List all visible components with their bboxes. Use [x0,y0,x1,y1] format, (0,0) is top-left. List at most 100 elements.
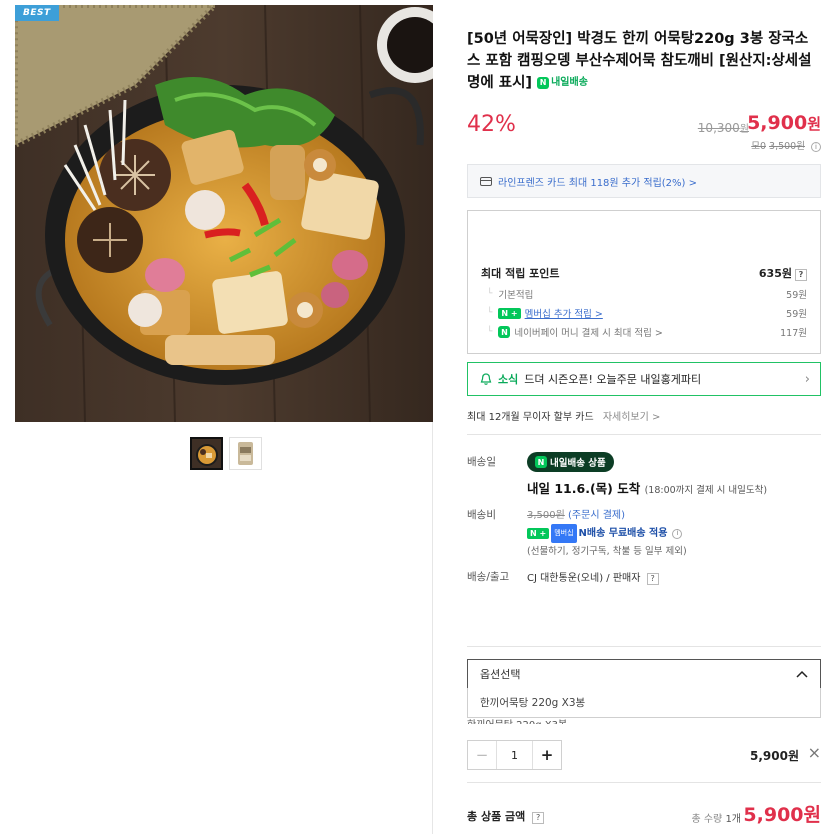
shipping-fee-value: 3,500원 (주문시 결제) N + 멤버십 N배송 무료배송 적용 i (선… [527,507,687,560]
nplus-membership-icon: N + [527,528,550,539]
selected-option-name: 한끼어묵탕 220g X3봉 [467,716,567,724]
shipping-fee-when: (주문시 결제) [568,510,625,521]
unit-price-value: 3,500원 [769,141,805,152]
points-row-value: 117원 [780,328,807,339]
info-icon[interactable]: i [672,528,683,539]
option-select-label: 옵션선택 [480,668,521,681]
total-row: 총 상품 금액 ? 총 수량 1개 5,900원 [467,800,821,830]
help-icon[interactable]: ? [795,268,807,281]
option-list-item-text: 한끼어묵탕 220g X3봉 [480,697,586,709]
nplus-membership-icon: N + [498,307,521,319]
total-count-wrap: 총 수량 1개 [691,810,741,825]
remove-option-close-icon[interactable]: × [808,743,821,762]
membership-points-link[interactable]: 멤버십 추가 적립 > [525,306,603,320]
total-label: 총 상품 금액 [467,810,526,823]
unit-price-label: 모0 [751,141,766,152]
product-title-text: [50년 어묵장인] 박경도 한끼 어묵탕220g 3봉 장국소스 포함 캠핑오… [467,31,812,91]
npay-points-link[interactable]: 네이버페이 머니 결제 시 최대 적립 > [514,325,662,339]
price-row: 42% 10,300원 5,900원 모0 3,500원 i [467,112,821,152]
card-benefit-banner[interactable]: 라인프렌즈 카드 최대 118원 추가 적립(2%) > [467,164,821,198]
arrival-date-main: 내일 11.6.(목) 도착 [527,481,641,496]
total-amount: 5,900원 [743,804,821,826]
quantity-stepper: − 1 + [467,740,562,770]
free-shipping-text: N배송 무료배송 적용 [578,528,668,539]
shipping-date-label: 배송일 [467,456,496,468]
news-tag: 소식 [498,373,519,386]
chevron-right-icon: › [804,371,810,387]
installment-text: 최대 12개월 무이자 할부 카드 [467,412,594,423]
unit-price: 모0 3,500원 i [751,138,821,152]
carrier-label: 배송/출고 [467,571,510,583]
divider [467,782,821,783]
installment-more-link[interactable]: 자세히보기 > [603,412,661,423]
arrival-date-note: (18:00까지 결제 시 내일도착) [644,485,768,496]
chevron-up-icon [796,670,808,678]
shipping-fee-line: 3,500원 (주문시 결제) [527,507,687,524]
shipping-date-value: N 내일배송 상품 내일 11.6.(목) 도착 (18:00까지 결제 시 내… [527,452,767,497]
best-badge: BEST [15,5,59,21]
nday-delivery-inline-badge: N 내일배송 [537,72,588,94]
points-row-label: 기본적립 [481,287,533,301]
points-row-label-wrap: N + 멤버십 추가 적립 > [481,306,603,320]
points-row-basic: 기본적립 59원 [481,287,807,301]
nday-delivery-badge-text: 내일배송 상품 [550,458,606,469]
help-icon[interactable]: ? [646,572,659,585]
n-logo-icon: N [537,77,550,89]
option-list-item[interactable]: 한끼어묵탕 220g X3봉 [467,688,821,718]
order-line: − 1 + 5,900원 × [467,740,821,770]
quantity-value[interactable]: 1 [497,741,532,769]
quantity-increase-button[interactable]: + [532,741,561,769]
product-gallery: BEST [15,5,433,834]
news-text: 드뎌 시즌오픈! 오늘주문 내일홍게파티 [524,373,702,386]
option-select[interactable]: 옵션선택 [467,659,821,689]
points-row-membership[interactable]: N + 멤버십 추가 적립 > 59원 [481,306,807,320]
points-row-label-wrap: N 네이버페이 머니 결제 시 최대 적립 > [481,325,663,339]
sale-price: 5,900원 [747,112,821,134]
points-title: 최대 적립 포인트 [481,267,560,280]
product-info-panel: [50년 어묵장인] 박경도 한끼 어묵탕220g 3봉 장국소스 포함 캠핑오… [467,28,821,826]
total-count-label: 총 수량 [691,814,723,825]
bell-icon [480,372,492,385]
points-row-value: 59원 [786,309,807,320]
sale-price-value: 5,900 [747,112,808,134]
points-box: 최대 적립 포인트 635원? 기본적립 59원 N + 멤버십 추가 적립 >… [467,210,821,354]
sale-price-unit: 원 [807,115,821,133]
news-banner[interactable]: 소식 드뎌 시즌오픈! 오늘주문 내일홍게파티 › [467,362,821,396]
fishcake-soup-photo [15,5,433,422]
original-price: 10,300원 [698,120,749,135]
points-header: 최대 적립 포인트 635원? [481,265,807,281]
credit-card-icon [480,176,492,186]
product-title: [50년 어묵장인] 박경도 한끼 어묵탕220g 3봉 장국소스 포함 캠핑오… [467,28,821,94]
divider [467,646,821,647]
installment-info: 최대 12개월 무이자 할부 카드 자세히보기 > [467,408,660,423]
shipping-exclusion: (선물하기, 정기구독, 착불 등 일부 제외) [527,546,687,557]
thumbnail-1[interactable] [190,437,223,470]
main-product-image[interactable]: BEST [15,5,433,422]
original-price-value: 10,300 [697,121,740,135]
total-label-wrap: 총 상품 금액 ? [467,808,545,824]
points-row-value: 59원 [786,290,807,301]
info-icon[interactable]: i [811,142,821,152]
discount-rate: 42% [467,112,516,137]
help-icon[interactable]: ? [532,811,545,824]
shipping-fee-label: 배송비 [467,509,496,521]
points-total-wrap: 635원? [759,265,807,281]
nday-delivery-inline-text: 내일배송 [551,77,588,88]
quantity-decrease-button[interactable]: − [468,741,497,769]
membership-tag: 멤버십 [551,524,577,543]
npay-icon: N [498,326,511,338]
total-count: 1개 [725,814,741,825]
carrier-text: CJ 대한통운(오네) / 판매자 [527,573,641,584]
carrier-value: CJ 대한통운(오네) / 판매자 ? [527,569,659,585]
nday-delivery-badge: N 내일배송 상품 [527,452,614,472]
order-line-price: 5,900원 [750,749,799,763]
arrival-date: 내일 11.6.(목) 도착 (18:00까지 결제 시 내일도착) [527,478,767,497]
thumbnail-2[interactable] [229,437,262,470]
shipping-fee-original: 3,500원 [527,510,565,521]
points-row-npay[interactable]: N 네이버페이 머니 결제 시 최대 적립 > 117원 [481,325,807,339]
n-logo-icon: N [535,456,547,468]
thumbnail-strip [190,437,262,470]
card-benefit-text: 라인프렌즈 카드 최대 118원 추가 적립(2%) > [498,177,698,189]
free-shipping-line: N + 멤버십 N배송 무료배송 적용 i [527,524,683,543]
points-total: 635원 [758,267,792,280]
